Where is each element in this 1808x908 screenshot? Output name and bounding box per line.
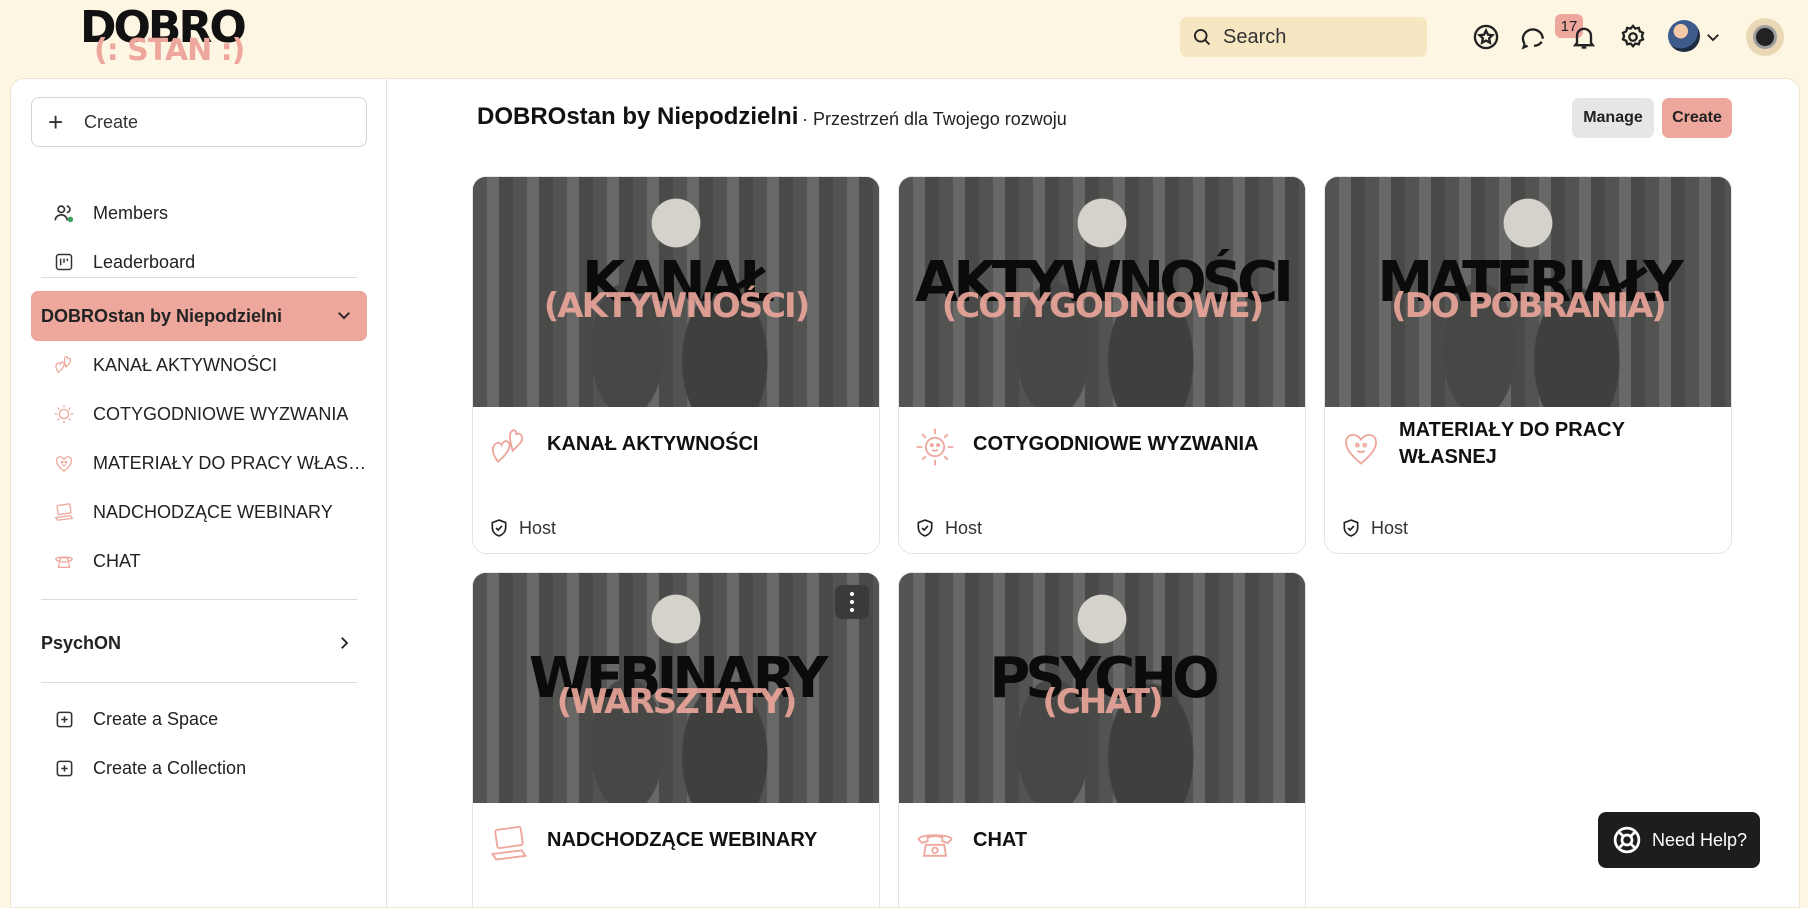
- create-collection-link[interactable]: Create a Collection: [31, 746, 367, 790]
- sidebar-item-materialy[interactable]: MATERIAŁY DO PRACY WŁASNEJ: [31, 441, 367, 485]
- sidebar-item-members[interactable]: Members: [31, 191, 367, 235]
- card-title: NADCHODZĄCE WEBINARY: [547, 829, 818, 851]
- sidebar-item-kanal-aktywnosci[interactable]: KANAŁ AKTYWNOŚCI: [31, 343, 367, 387]
- avatar[interactable]: [1668, 20, 1700, 52]
- space-group-header[interactable]: DOBROstan by Niepodzielni: [31, 291, 367, 341]
- need-help-button[interactable]: Need Help?: [1598, 812, 1760, 868]
- content-area: DOBROstan by Niepodzielni · Przestrzeń d…: [387, 79, 1799, 907]
- hearts-doodle-icon: [53, 354, 75, 376]
- plus-square-icon: [53, 708, 75, 730]
- workspace-switcher-button[interactable]: [1746, 18, 1784, 56]
- host-role: Host: [1341, 517, 1408, 539]
- card-cover-image: WEBINARY (WARSZTATY): [473, 573, 879, 803]
- space-card-cotygodniowe-wyzwania[interactable]: AKTYWNOŚCI (COTYGODNIOWE) COTYGODNIOWE W…: [898, 176, 1306, 554]
- card-title: CHAT: [973, 829, 1028, 851]
- laptop-doodle-icon: [490, 825, 528, 861]
- card-title: MATERIAŁY DO PRACY WŁASNEJ: [1399, 419, 1625, 468]
- card-cover-image: PSYCHO (CHAT): [899, 573, 1305, 803]
- plus-square-icon: [53, 757, 75, 779]
- sidebar-divider: [41, 682, 357, 683]
- page-title: DOBROstan by Niepodzielni: [477, 103, 799, 130]
- plus-icon: +: [48, 107, 64, 137]
- card-title: KANAŁ AKTYWNOŚCI: [547, 433, 759, 455]
- leaderboard-icon: [53, 251, 75, 273]
- lifebuoy-icon: [1613, 826, 1641, 854]
- sidebar-item-chat[interactable]: CHAT: [31, 539, 367, 583]
- shield-check-icon: [917, 519, 933, 537]
- logo[interactable]: DOBRO (: STAN :): [80, 6, 260, 68]
- sun-doodle-icon: [916, 428, 954, 466]
- sidebar: + Create Members Leaderboard DOBROstan b…: [11, 79, 387, 907]
- star-badge-icon[interactable]: [1470, 20, 1502, 54]
- chevron-down-icon[interactable]: [1704, 28, 1722, 46]
- chevron-down-icon: [338, 312, 350, 320]
- chevron-right-icon: [341, 637, 349, 649]
- sidebar-item-nadchodzace-webinary[interactable]: NADCHODZĄCE WEBINARY: [31, 490, 367, 534]
- heart-face-doodle-icon: [1345, 433, 1377, 465]
- main-panel: + Create Members Leaderboard DOBROstan b…: [10, 78, 1800, 908]
- host-role: Host: [489, 517, 556, 539]
- members-icon: [53, 202, 75, 224]
- heart-face-doodle-icon: [53, 452, 75, 474]
- space-card-nadchodzace-webinary[interactable]: WEBINARY (WARSZTATY) NADCHODZĄCE WEBINAR…: [472, 572, 880, 907]
- search-input[interactable]: Search: [1180, 17, 1427, 57]
- sidebar-divider: [41, 599, 357, 600]
- sidebar-divider: [41, 277, 357, 278]
- chat-bubbles-icon[interactable]: [1518, 20, 1550, 54]
- laptop-doodle-icon: [53, 501, 75, 523]
- hearts-doodle-icon: [491, 429, 524, 463]
- bell-icon[interactable]: [1568, 20, 1600, 54]
- manage-button[interactable]: Manage: [1572, 98, 1654, 138]
- top-bar: DOBRO (: STAN :) Search 17: [0, 0, 1808, 78]
- workspace-icon: [1753, 25, 1777, 49]
- card-cover-image: KANAŁ (AKTYWNOŚCI): [473, 177, 879, 407]
- host-role: Host: [915, 517, 982, 539]
- gear-icon[interactable]: [1617, 20, 1649, 54]
- search-placeholder: Search: [1223, 25, 1287, 48]
- sidebar-item-cotygodniowe-wyzwania[interactable]: COTYGODNIOWE WYZWANIA: [31, 392, 367, 436]
- space-card-chat[interactable]: PSYCHO (CHAT) CHAT: [898, 572, 1306, 907]
- create-button[interactable]: Create: [1662, 98, 1732, 138]
- sidebar-group-psychon[interactable]: PsychON: [31, 621, 367, 665]
- sidebar-create-button[interactable]: + Create: [31, 97, 367, 147]
- page-subtitle: · Przestrzeń dla Twojego rozwoju: [802, 109, 1067, 129]
- more-options-button[interactable]: [835, 585, 869, 619]
- space-card-materialy[interactable]: MATERIAŁY (DO POBRANIA) MATERIAŁY DO PRA…: [1324, 176, 1732, 554]
- shield-check-icon: [1343, 519, 1359, 537]
- space-card-kanal-aktywnosci[interactable]: KANAŁ (AKTYWNOŚCI) KANAŁ AKTYWNOŚCI Host: [472, 176, 880, 554]
- phone-doodle-icon: [53, 550, 75, 572]
- phone-doodle-icon: [917, 834, 953, 857]
- shield-check-icon: [491, 519, 507, 537]
- create-space-link[interactable]: Create a Space: [31, 697, 367, 741]
- search-icon: [1194, 29, 1211, 46]
- card-title: COTYGODNIOWE WYZWANIA: [973, 433, 1259, 455]
- sun-doodle-icon: [53, 403, 75, 425]
- card-cover-image: AKTYWNOŚCI (COTYGODNIOWE): [899, 177, 1305, 407]
- card-cover-image: MATERIAŁY (DO POBRANIA): [1325, 177, 1731, 407]
